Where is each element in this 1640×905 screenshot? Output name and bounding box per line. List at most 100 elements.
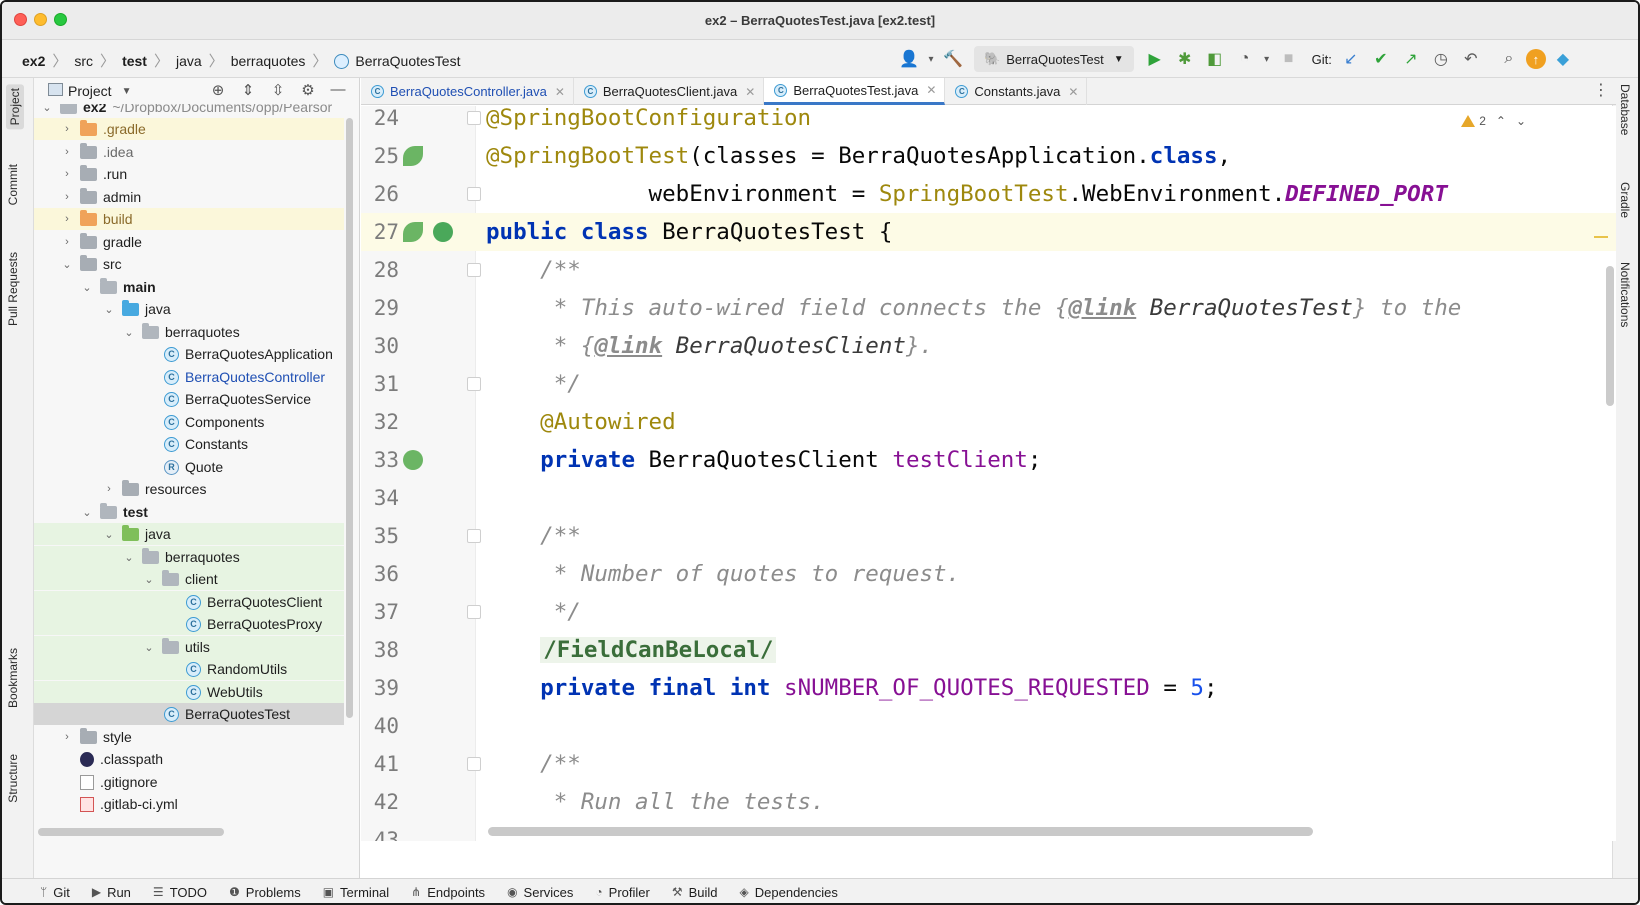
close-icon[interactable]: ✕ [555,85,565,99]
tree-item[interactable]: .gitlab-ci.yml [34,793,344,815]
project-panel-title[interactable]: Project [68,83,112,99]
account-icon[interactable]: 👤 [896,46,922,72]
more-tabs-icon[interactable]: ⋮ [1586,78,1616,104]
tab-berraquotesclient[interactable]: C BerraQuotesClient.java ✕ [574,78,765,105]
tree-item[interactable]: ⌄ java [34,523,344,545]
breadcrumb-src[interactable]: src [74,53,93,69]
tree-item[interactable]: › .gradle [34,118,344,140]
stop-icon[interactable]: ■ [1276,46,1302,72]
tree-item[interactable]: R Quote [34,456,344,478]
tab-gradle[interactable]: Gradle [1618,182,1632,218]
breadcrumb-test[interactable]: test [122,53,147,69]
tab-berraquotescontroller[interactable]: C BerraQuotesController.java ✕ [361,78,574,105]
tab-notifications[interactable]: Notifications [1618,262,1632,327]
run-icon[interactable]: ▶ [1142,46,1168,72]
breadcrumb-berraquotestest[interactable]: BerraQuotesTest [355,53,460,69]
tab-constants[interactable]: C Constants.java ✕ [945,78,1088,105]
tree-item[interactable]: ⌄ src [34,253,344,275]
tree-item[interactable]: › admin [34,186,344,208]
tree-item[interactable]: C BerraQuotesProxy [34,613,344,635]
tree-item[interactable]: C BerraQuotesController [34,366,344,388]
tab-project[interactable]: Project [6,84,24,130]
dropdown-arrow-icon[interactable]: ▾ [1262,46,1272,72]
git-commit-icon[interactable]: ✔ [1368,46,1394,72]
tree-item[interactable]: C Components [34,411,344,433]
tree-item[interactable]: C RandomUtils [34,658,344,680]
tree-item[interactable]: C BerraQuotesClient [34,591,344,613]
tree-item-root[interactable]: ⌄ ex2 ~/Dropbox/Documents/opp/Pearsor [34,104,344,118]
chevron-up-icon[interactable]: ⌃ [1496,114,1506,128]
fold-marker-icon[interactable] [467,111,481,125]
tool-todo[interactable]: ☰ TODO [153,885,207,900]
fold-marker-icon[interactable] [467,605,481,619]
tree-item[interactable]: C BerraQuotesService [34,388,344,410]
tree-item[interactable]: › resources [34,478,344,500]
tree-item[interactable]: C BerraQuotesApplication [34,343,344,365]
tool-dependencies[interactable]: ◈ Dependencies [740,885,838,900]
profile-icon[interactable]: ◔ [1232,46,1258,72]
editor-horizontal-scrollbar[interactable] [488,827,1313,836]
collapse-all-icon[interactable]: ⇳ [263,81,293,99]
tool-git[interactable]: ᛘ Git [40,885,70,900]
tree-item-selected[interactable]: C BerraQuotesTest [34,703,344,725]
tool-terminal[interactable]: ▣ Terminal [323,885,389,900]
tree-item[interactable]: ⌄ main [34,276,344,298]
git-history-icon[interactable]: ◷ [1428,46,1454,72]
tab-pull-requests[interactable]: Pull Requests [6,252,20,326]
tree-item[interactable]: ⌄ berraquotes [34,321,344,343]
locate-icon[interactable]: ⊕ [203,81,233,99]
tool-run[interactable]: ▶ Run [92,885,131,900]
git-push-icon[interactable]: ↗ [1398,46,1424,72]
warning-stripe-marker[interactable] [1594,236,1608,238]
spring-bean-icon[interactable] [403,222,423,242]
breadcrumb-java[interactable]: java [176,53,202,69]
expand-all-icon[interactable]: ⇕ [233,81,263,99]
tool-problems[interactable]: ❶ Problems [229,885,301,900]
fold-marker-icon[interactable] [467,187,481,201]
run-configuration-selector[interactable]: 🐘 BerraQuotesTest ▼ [974,46,1134,72]
gear-icon[interactable]: ⚙ [293,81,323,99]
tree-item[interactable]: › gradle [34,231,344,253]
search-icon[interactable]: ⌕ [1496,46,1522,72]
code-editor[interactable]: 24 @SpringBootConfiguration 25 @SpringBo… [361,106,1616,841]
jetbrains-logo-icon[interactable]: ◆ [1550,46,1576,72]
inspection-widget[interactable]: 2 ⌃ ⌄ [1461,114,1526,128]
project-horizontal-scrollbar[interactable] [38,828,224,836]
update-available-icon[interactable]: ↑ [1525,49,1546,69]
fold-marker-icon[interactable] [467,263,481,277]
fold-marker-icon[interactable] [467,377,481,391]
project-vertical-scrollbar[interactable] [346,118,353,718]
tree-item[interactable]: › .run [34,163,344,185]
tree-item[interactable]: ⌄ utils [34,636,344,658]
tree-item[interactable]: ⌄ berraquotes [34,546,344,568]
tree-item[interactable]: .gitignore [34,771,344,793]
breadcrumb-berraquotes[interactable]: berraquotes [231,53,306,69]
autowired-bean-icon[interactable] [403,450,423,470]
tool-build[interactable]: ⚒ Build [672,885,718,900]
tab-commit[interactable]: Commit [6,164,20,205]
tab-berraquotestest[interactable]: C BerraQuotesTest.java ✕ [764,78,946,105]
tree-item[interactable]: ⌄ test [34,501,344,523]
tree-item[interactable]: ⌄ java [34,298,344,320]
run-test-icon[interactable] [433,222,453,242]
tool-services[interactable]: ◉ Services [507,885,573,900]
dropdown-arrow-icon[interactable]: ▾ [926,46,936,72]
spring-bean-icon[interactable] [403,146,423,166]
fold-marker-icon[interactable] [467,757,481,771]
tree-item[interactable]: C WebUtils [34,681,344,703]
close-icon[interactable]: ✕ [1068,85,1078,99]
fold-marker-icon[interactable] [467,529,481,543]
debug-icon[interactable]: ✱ [1172,46,1198,72]
tree-item[interactable]: › style [34,726,344,748]
coverage-icon[interactable]: ◧ [1202,46,1228,72]
editor-vertical-scrollbar[interactable] [1606,266,1614,406]
tool-profiler[interactable]: ◔ Profiler [595,885,649,900]
tab-bookmarks[interactable]: Bookmarks [6,648,20,708]
rollback-icon[interactable]: ↶ [1458,46,1484,72]
close-icon[interactable]: ✕ [745,85,755,99]
breadcrumb-ex2[interactable]: ex2 [22,53,45,69]
chevron-down-icon[interactable]: ⌄ [1516,114,1526,128]
close-icon[interactable]: ✕ [926,83,936,97]
tool-endpoints[interactable]: ⋔ Endpoints [411,885,485,900]
tab-structure[interactable]: Structure [6,754,20,803]
